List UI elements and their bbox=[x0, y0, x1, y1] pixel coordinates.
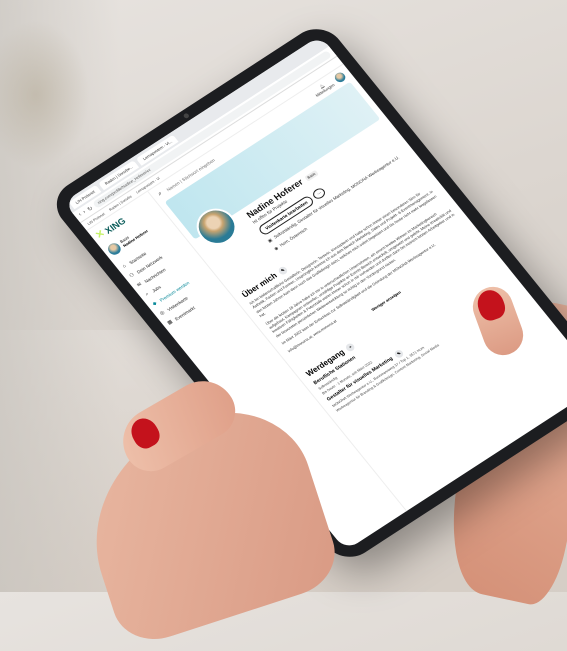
more-button[interactable]: ... bbox=[311, 186, 328, 201]
network-icon: ⚇ bbox=[128, 272, 136, 280]
home-icon: ⌂ bbox=[121, 263, 128, 270]
premium-icon: ◆ bbox=[151, 300, 159, 308]
logo-text: XING bbox=[102, 215, 128, 236]
background-plant bbox=[0, 20, 90, 170]
location-icon: ◉ bbox=[272, 245, 280, 252]
edit-icon[interactable]: ✎ bbox=[276, 264, 289, 276]
back-icon[interactable]: ‹ bbox=[78, 212, 83, 218]
calendar-icon: ▦ bbox=[166, 318, 174, 327]
add-icon[interactable]: + bbox=[344, 341, 357, 353]
briefcase-icon: ▣ bbox=[266, 237, 274, 244]
search-icon[interactable]: ⌕ bbox=[157, 190, 164, 197]
messages-icon: ✉ bbox=[136, 281, 144, 289]
reload-icon[interactable]: ↻ bbox=[86, 205, 94, 212]
jobs-icon: ⌕ bbox=[144, 291, 151, 298]
camera-icon: ◎ bbox=[158, 309, 167, 317]
camera-icon bbox=[182, 112, 190, 120]
avatar[interactable] bbox=[332, 70, 348, 84]
forward-icon[interactable]: › bbox=[82, 209, 87, 215]
